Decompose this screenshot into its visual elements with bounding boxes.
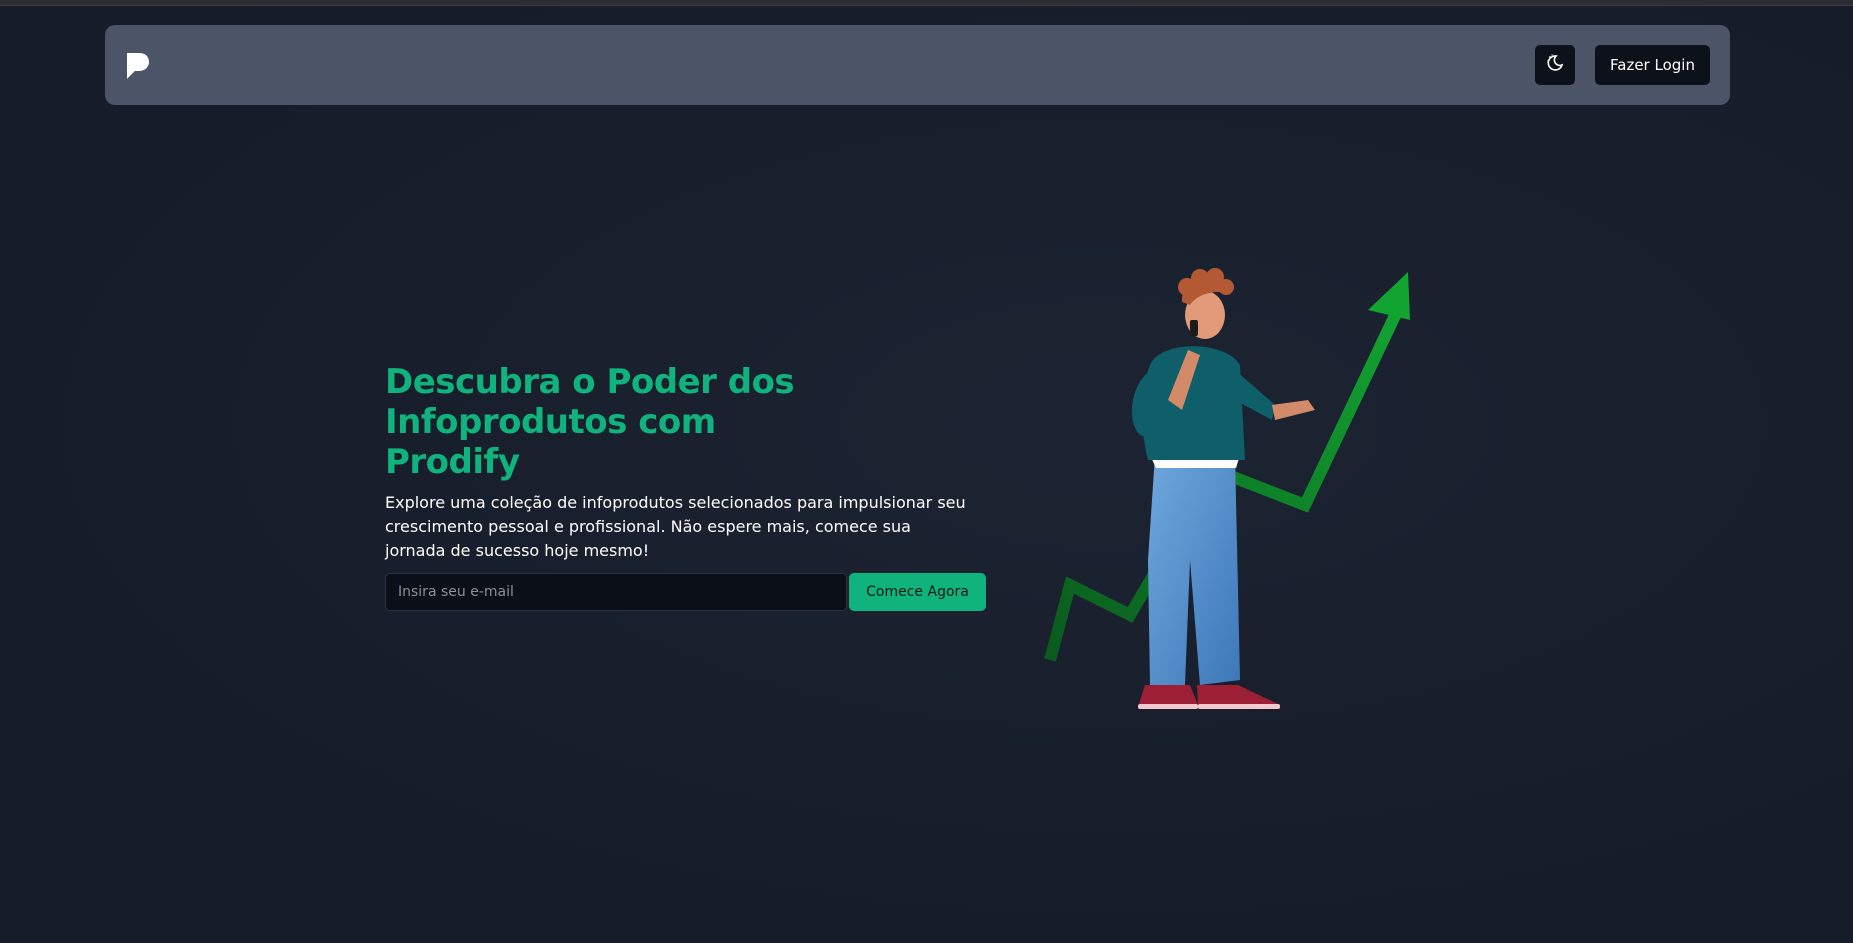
hero-title-line-2: Infoprodutos com — [385, 402, 716, 442]
prodify-logo-icon[interactable] — [125, 51, 151, 81]
hero-title: Descubra o Poder dos Infoprodutos com Pr… — [385, 362, 905, 482]
theme-toggle-button[interactable] — [1535, 45, 1575, 85]
hero-title-line-3: Prodify — [385, 442, 520, 482]
get-started-button[interactable]: Comece Agora — [849, 573, 986, 611]
landing-page: Fazer Login Descubra o Poder dos Infopro… — [0, 0, 1853, 943]
moon-icon — [1545, 53, 1565, 78]
email-input[interactable] — [385, 573, 847, 611]
hero-description: Explore uma coleção de infoprodutos sele… — [385, 493, 966, 560]
login-button[interactable]: Fazer Login — [1595, 45, 1710, 85]
navbar: Fazer Login — [105, 25, 1730, 105]
growth-chart-person-illustration — [1040, 260, 1420, 740]
browser-top-edge — [0, 0, 1853, 6]
hero-title-line-1: Descubra o Poder dos — [385, 362, 795, 402]
